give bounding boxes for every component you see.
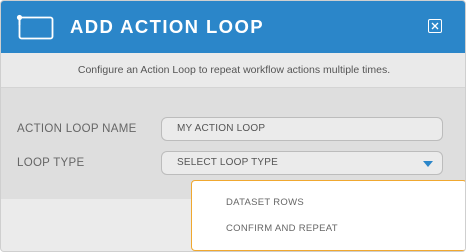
close-icon (431, 22, 439, 30)
loop-type-select[interactable]: SELECT LOOP TYPE (161, 151, 443, 175)
loop-type-label: LOOP TYPE (17, 157, 85, 169)
dropdown-option-dataset-rows[interactable]: DATASET ROWS (226, 197, 304, 208)
loop-type-dropdown: DATASET ROWS CONFIRM AND REPEAT (191, 180, 465, 251)
add-action-loop-dialog: ADD ACTION LOOP Configure an Action Loop… (0, 0, 466, 252)
action-loop-name-input[interactable]: MY ACTION LOOP (161, 117, 443, 141)
close-button[interactable] (428, 19, 442, 33)
dialog-header: ADD ACTION LOOP (1, 1, 465, 53)
dialog-title: ADD ACTION LOOP (70, 16, 265, 37)
dropdown-option-confirm-and-repeat[interactable]: CONFIRM AND REPEAT (226, 223, 338, 234)
dialog-description: Configure an Action Loop to repeat workf… (1, 53, 465, 88)
loop-type-select-value: SELECT LOOP TYPE (177, 157, 279, 168)
action-loop-name-label: ACTION LOOP NAME (17, 123, 137, 135)
caret-down-icon (423, 161, 433, 167)
loop-arrow-icon (16, 14, 54, 40)
